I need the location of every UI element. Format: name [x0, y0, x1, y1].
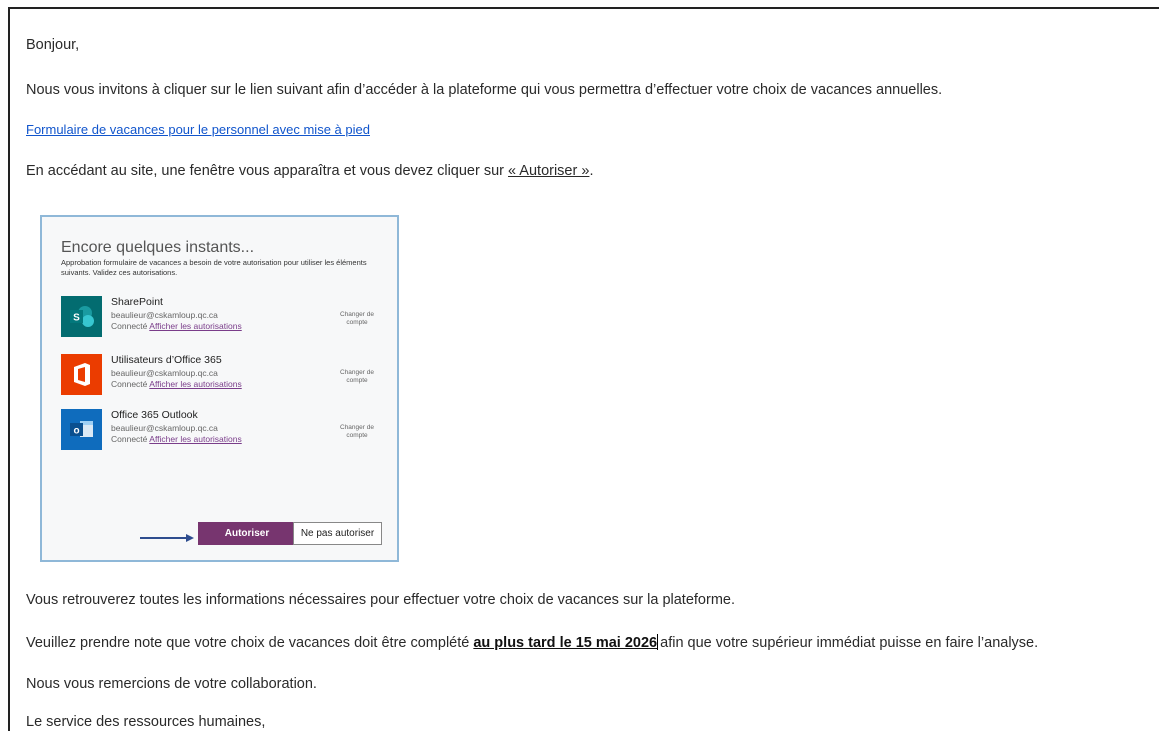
thanks-paragraph: Nous vous remercions de votre collaborat… — [26, 676, 317, 692]
outlook-icon: o — [61, 409, 102, 450]
arrow-right-icon — [140, 534, 194, 542]
greeting: Bonjour, — [26, 37, 80, 53]
deadline-paragraph: Veuillez prendre note que votre choix de… — [26, 634, 1038, 651]
signature: Le service des ressources humaines, — [26, 714, 266, 730]
dialog-description: Approbation formulaire de vacances a bes… — [61, 258, 367, 277]
view-permissions-link[interactable]: Afficher les autorisations — [149, 321, 241, 331]
vacation-form-link[interactable]: Formulaire de vacances pour le personnel… — [26, 122, 370, 137]
instruction-end: . — [589, 163, 594, 179]
service-email: beaulieur@cskamloup.qc.ca — [111, 310, 218, 320]
service-name: SharePoint — [111, 296, 163, 308]
service-status: Connecté Afficher les autorisations — [111, 321, 242, 331]
info-paragraph: Vous retrouverez toutes les informations… — [26, 592, 735, 608]
deadline-text: Veuillez prendre note que votre choix de… — [26, 635, 474, 651]
status-text: Connecté — [111, 434, 148, 444]
service-status: Connecté Afficher les autorisations — [111, 434, 242, 444]
view-permissions-link[interactable]: Afficher les autorisations — [149, 379, 241, 389]
authorize-button[interactable]: Autoriser — [198, 522, 296, 545]
status-text: Connecté — [111, 379, 148, 389]
view-permissions-link[interactable]: Afficher les autorisations — [149, 434, 241, 444]
intro-paragraph: Nous vous invitons à cliquer sur le lien… — [26, 82, 943, 98]
authorize-reference: « Autoriser » — [508, 163, 590, 179]
instruction-text: En accédant au site, une fenêtre vous ap… — [26, 163, 509, 179]
service-row-office365-users: Utilisateurs d’Office 365 beaulieur@cska… — [61, 354, 391, 399]
service-email: beaulieur@cskamloup.qc.ca — [111, 368, 218, 378]
deadline-end: afin que votre supérieur immédiat puisse… — [660, 635, 1039, 651]
authorization-dialog-screenshot: Encore quelques instants... Approbation … — [40, 215, 399, 562]
svg-text:o: o — [73, 426, 79, 437]
service-row-sharepoint: S SharePoint beaulieur@cskamloup.qc.ca C… — [61, 296, 391, 341]
service-row-outlook: o Office 365 Outlook beaulieur@cskamloup… — [61, 409, 391, 454]
dialog-title: Encore quelques instants... — [61, 239, 255, 256]
status-text: Connecté — [111, 321, 148, 331]
office365-icon — [61, 354, 102, 395]
change-account-link[interactable]: Changer de compte — [331, 424, 383, 440]
text-cursor — [657, 634, 659, 650]
service-name: Office 365 Outlook — [111, 409, 198, 421]
svg-text:S: S — [73, 313, 80, 324]
instruction-paragraph: En accédant au site, une fenêtre vous ap… — [26, 163, 593, 179]
service-name: Utilisateurs d’Office 365 — [111, 354, 222, 366]
sharepoint-icon: S — [61, 296, 102, 337]
change-account-link[interactable]: Changer de compte — [331, 369, 383, 385]
deadline-date: au plus tard le 15 mai 2026 — [473, 635, 658, 651]
change-account-link[interactable]: Changer de compte — [331, 311, 383, 327]
service-email: beaulieur@cskamloup.qc.ca — [111, 423, 218, 433]
service-status: Connecté Afficher les autorisations — [111, 379, 242, 389]
deny-button[interactable]: Ne pas autoriser — [293, 522, 382, 545]
